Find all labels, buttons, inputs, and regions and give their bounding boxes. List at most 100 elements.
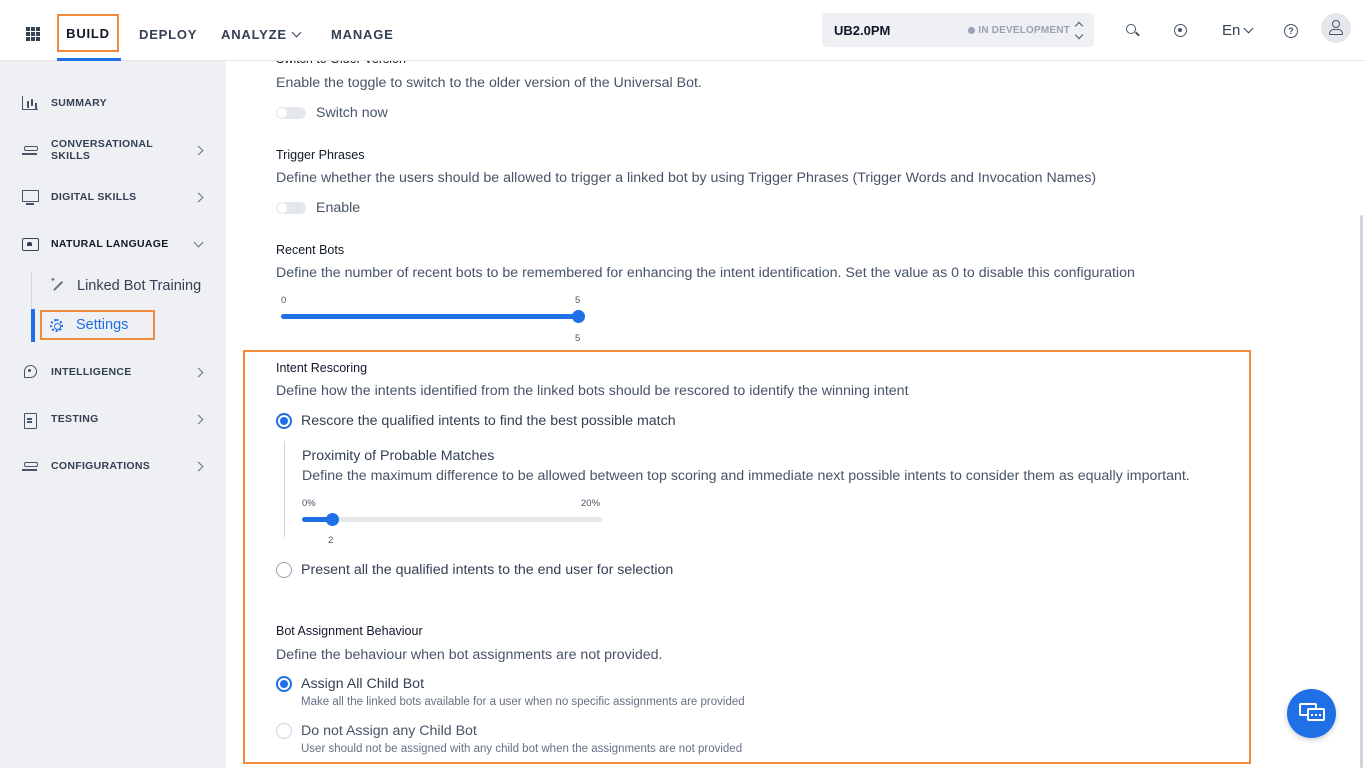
toggle-switch[interactable] <box>276 202 306 214</box>
gear-icon <box>50 318 63 332</box>
sidebar-item-configurations[interactable]: CONFIGURATIONS <box>22 456 208 476</box>
brain-icon <box>22 365 38 379</box>
assign-all-option-label: Assign All Child Bot <box>301 676 425 692</box>
slider-track <box>302 517 602 522</box>
stack-icon <box>22 459 38 473</box>
sidebar-subitem-label: Settings <box>76 317 129 333</box>
nav-analyze-tab[interactable]: ANALYZE <box>221 27 302 42</box>
proximity-description: Define the maximum difference to be allo… <box>302 468 1190 484</box>
sidebar-item-summary[interactable]: SUMMARY <box>22 93 208 113</box>
bot-assignment-description: Define the behaviour when bot assignment… <box>276 647 663 663</box>
sidebar-item-digital-skills[interactable]: DIGITAL SKILLS <box>22 187 208 207</box>
sidebar-item-label: NATURAL LANGUAGE <box>51 238 169 250</box>
record-icon[interactable] <box>1174 24 1187 37</box>
monitor-icon <box>22 190 39 205</box>
proximity-max-label: 20% <box>581 498 601 509</box>
nav-deploy-label: DEPLOY <box>139 27 198 42</box>
sidebar-subitem-settings[interactable]: Settings <box>40 310 155 340</box>
trigger-phrases-toggle-label: Enable <box>316 200 361 216</box>
rescore-option[interactable]: Rescore the qualified intents to find th… <box>276 412 676 430</box>
sidebar-subitem-label: Linked Bot Training <box>77 278 202 294</box>
bot-status-badge: IN DEVELOPMENT <box>968 25 1070 36</box>
recent-bots-value-label: 5 <box>575 333 581 344</box>
recent-bots-max-label: 5 <box>575 295 581 306</box>
trigger-phrases-description: Define whether the users should be allow… <box>276 170 1097 186</box>
chevron-up-down-icon <box>1074 21 1084 39</box>
chevron-down-icon <box>291 27 302 38</box>
trigger-phrases-toggle[interactable]: Enable <box>276 200 360 216</box>
status-dot-icon <box>968 26 976 34</box>
sidebar-item-label: TESTING <box>51 413 99 425</box>
recent-bots-title: Recent Bots <box>276 243 345 257</box>
sidebar-item-conversational-skills[interactable]: CONVERSATIONAL SKILLS <box>22 138 208 162</box>
nested-guide-line <box>284 441 285 537</box>
nav-build-label: BUILD <box>66 25 110 41</box>
user-avatar[interactable] <box>1321 13 1351 43</box>
chevron-right-icon <box>193 367 204 377</box>
proximity-value-label: 2 <box>328 535 334 546</box>
chat-support-button[interactable] <box>1287 689 1336 738</box>
radio-button[interactable] <box>276 562 292 578</box>
assign-none-option-hint: User should not be assigned with any chi… <box>301 743 743 755</box>
bot-status-label: IN DEVELOPMENT <box>978 24 1070 36</box>
help-icon[interactable]: ? <box>1284 24 1298 38</box>
language-selector[interactable]: En <box>1222 22 1254 39</box>
intent-rescoring-title: Intent Rescoring <box>276 361 368 375</box>
help-glyph: ? <box>1288 26 1294 36</box>
older-version-toggle[interactable]: Switch now <box>276 105 388 121</box>
chevron-right-icon <box>193 414 204 424</box>
sidebar-item-testing[interactable]: TESTING <box>22 409 208 429</box>
chevron-right-icon <box>193 192 204 202</box>
nav-deploy-tab[interactable]: DEPLOY <box>139 27 197 42</box>
assign-all-option[interactable]: Assign All Child Bot Make all the linked… <box>276 675 745 710</box>
proximity-min-label: 0% <box>302 498 316 509</box>
wand-icon <box>50 276 64 293</box>
bar-chart-icon <box>22 96 38 110</box>
active-tab-indicator <box>57 58 121 61</box>
radio-button[interactable] <box>276 723 292 739</box>
sidebar-item-label: INTELLIGENCE <box>51 366 132 378</box>
chevron-right-icon <box>193 145 204 155</box>
bot-name: UB2.0PM <box>834 22 891 38</box>
slider-fill <box>281 314 578 319</box>
radio-button[interactable] <box>276 676 292 692</box>
chevron-down-icon <box>1243 23 1254 34</box>
chevron-down-icon <box>193 237 204 247</box>
top-navigation-bar: BUILD DEPLOY ANALYZE MANAGE UB2.0PM IN D… <box>0 0 1366 61</box>
search-icon[interactable] <box>1126 24 1140 38</box>
radio-button[interactable] <box>276 413 292 429</box>
recent-bots-min-label: 0 <box>281 295 287 306</box>
content-scrollbar[interactable] <box>1360 215 1363 768</box>
bot-selector[interactable]: UB2.0PM IN DEVELOPMENT <box>822 13 1094 47</box>
sidebar-item-label: CONVERSATIONAL SKILLS <box>51 138 153 162</box>
sidebar-item-label: DIGITAL SKILLS <box>51 191 137 203</box>
present-intents-option[interactable]: Present all the qualified intents to the… <box>276 561 673 579</box>
clipboard-icon <box>22 412 38 429</box>
intent-rescoring-description: Define how the intents identified from t… <box>276 383 909 399</box>
sidebar-item-label: SUMMARY <box>51 97 107 109</box>
slider-thumb[interactable] <box>326 513 339 526</box>
stack-icon <box>22 143 38 157</box>
sidebar-subitem-linked-bot-training[interactable]: Linked Bot Training <box>50 276 202 294</box>
sidebar-item-intelligence[interactable]: INTELLIGENCE <box>22 362 208 382</box>
app-grid-icon[interactable] <box>26 27 40 41</box>
chevron-right-icon <box>193 461 204 471</box>
nav-analyze-label: ANALYZE <box>221 27 287 42</box>
slider-thumb[interactable] <box>572 310 585 323</box>
rescore-option-label: Rescore the qualified intents to find th… <box>301 413 676 429</box>
assign-none-option[interactable]: Do not Assign any Child Bot User should … <box>276 722 742 757</box>
older-version-toggle-label: Switch now <box>316 105 388 121</box>
nav-manage-tab[interactable]: MANAGE <box>331 27 394 42</box>
recent-bots-description: Define the number of recent bots to be r… <box>276 265 1135 281</box>
nav-build-tab[interactable]: BUILD <box>57 14 119 52</box>
toggle-switch[interactable] <box>276 107 306 119</box>
assign-all-option-hint: Make all the linked bots available for a… <box>301 696 745 708</box>
language-label: En <box>1222 22 1241 39</box>
present-intents-option-label: Present all the qualified intents to the… <box>301 562 674 578</box>
assign-none-option-label: Do not Assign any Child Bot <box>301 723 477 739</box>
sidebar-item-label: CONFIGURATIONS <box>51 460 151 472</box>
submenu-active-indicator <box>31 309 35 342</box>
sidebar-item-natural-language[interactable]: NATURAL LANGUAGE <box>22 234 208 254</box>
bot-assignment-title: Bot Assignment Behaviour <box>276 624 423 638</box>
natural-language-icon <box>22 237 39 251</box>
